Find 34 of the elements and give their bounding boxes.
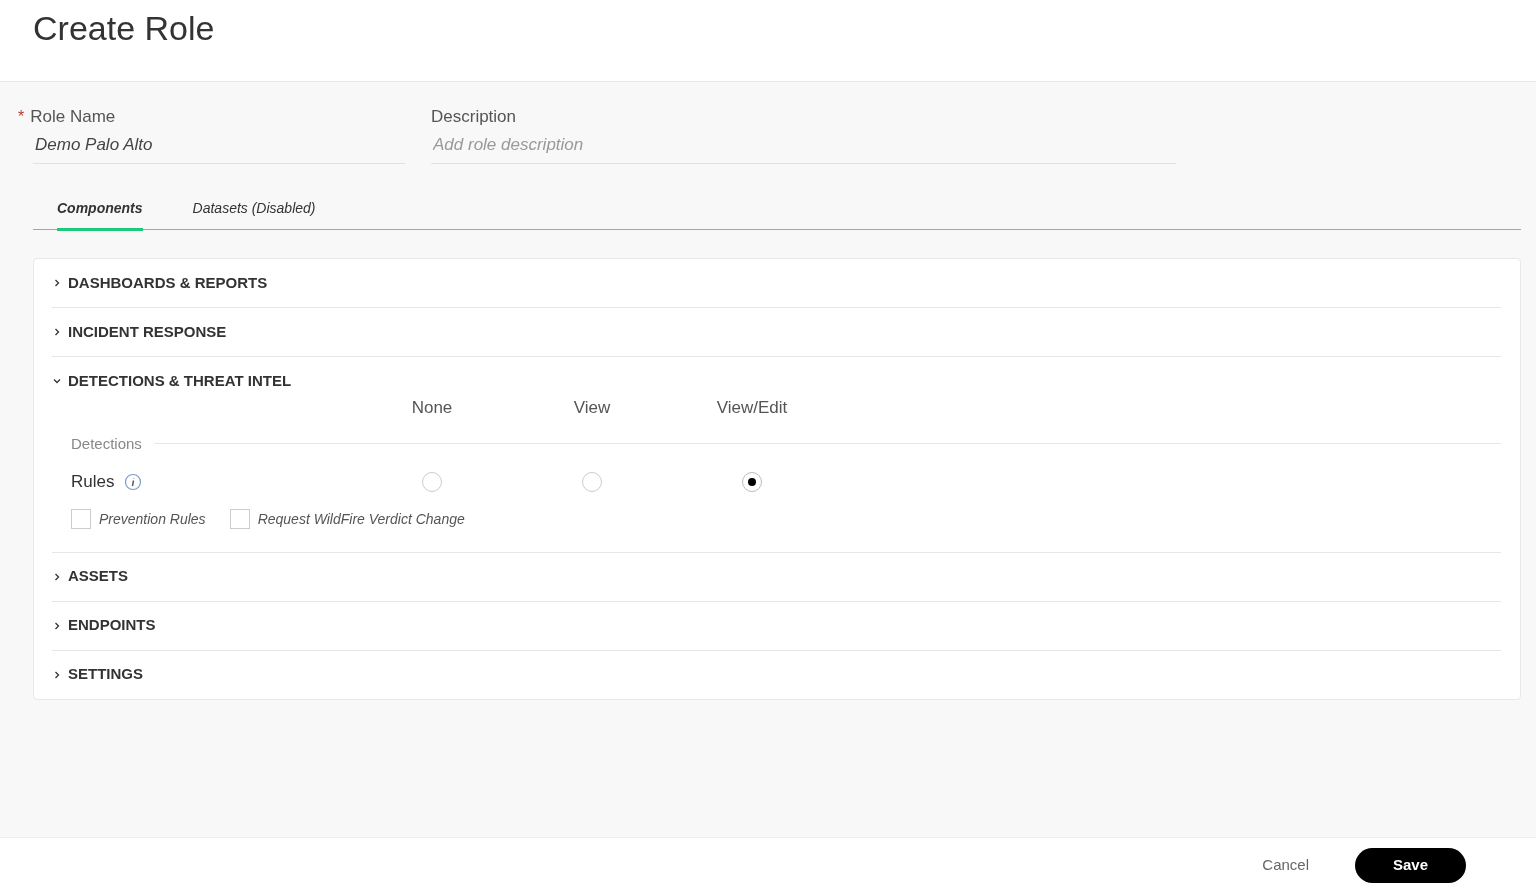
group-label: Detections xyxy=(71,433,142,454)
checkbox-label: Prevention Rules xyxy=(99,509,206,529)
chevron-right-icon xyxy=(52,669,62,680)
section-header[interactable]: DASHBOARDS & REPORTS xyxy=(52,259,1501,307)
section-header[interactable]: ENDPOINTS xyxy=(52,601,1501,650)
column-header: None xyxy=(410,397,454,419)
chevron-right-icon xyxy=(52,571,62,582)
tab[interactable]: Components xyxy=(57,192,143,231)
permission-label: Rules xyxy=(71,471,115,493)
column-header: View xyxy=(572,397,612,419)
field-label: Role Name xyxy=(30,106,116,128)
checkbox-label: Request WildFire Verdict Change xyxy=(257,509,465,529)
radio-button[interactable] xyxy=(582,471,602,492)
info-icon[interactable] xyxy=(124,472,143,491)
description-field[interactable]: Add role description xyxy=(431,129,1176,163)
tab[interactable]: Datasets (Disabled) xyxy=(192,192,316,231)
section-header[interactable]: INCIDENT RESPONSE xyxy=(52,308,1501,356)
role-name-field[interactable]: Demo Palo Alto xyxy=(33,129,405,163)
checkbox[interactable] xyxy=(71,509,91,529)
chevron-right-icon xyxy=(52,327,62,337)
section-header[interactable]: SETTINGS xyxy=(52,650,1501,699)
page-title: Create Role xyxy=(33,8,216,49)
cancel-button[interactable]: Cancel xyxy=(1256,852,1315,878)
field-label: Description xyxy=(431,106,517,128)
section-header[interactable]: ASSETS xyxy=(52,552,1501,601)
checkbox[interactable] xyxy=(229,509,250,529)
chevron-down-icon xyxy=(52,376,62,386)
radio-button[interactable] xyxy=(422,471,442,492)
column-header: View/Edit xyxy=(715,397,789,419)
required-mark: * xyxy=(18,106,25,127)
save-button[interactable]: Save xyxy=(1355,847,1466,883)
chevron-right-icon xyxy=(52,278,62,288)
chevron-right-icon xyxy=(52,620,62,631)
radio-button[interactable] xyxy=(742,471,762,492)
